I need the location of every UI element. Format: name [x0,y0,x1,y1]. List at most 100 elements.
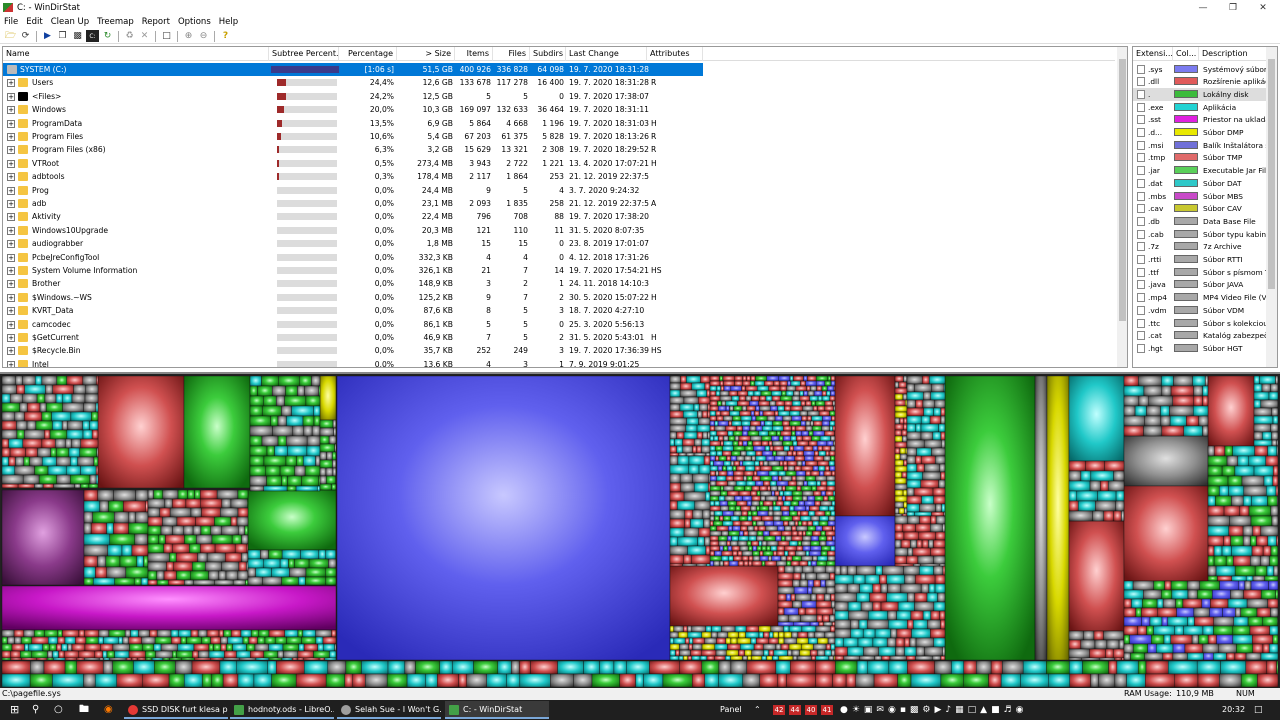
treemap-tile[interactable] [709,545,720,552]
treemap-tile[interactable] [801,555,813,562]
treemap-tile[interactable] [506,673,521,688]
treemap-tile[interactable] [847,646,864,657]
treemap-tile[interactable] [831,470,836,477]
treemap-tile[interactable] [942,646,946,657]
treemap-tile[interactable] [276,660,305,675]
tree-row[interactable]: + Windows 20,0% 10,3 GB 169 097 132 633 36 464… [3,103,703,116]
treemap-tile[interactable] [690,649,702,657]
treemap-tile[interactable] [1257,673,1279,688]
treemap-tile[interactable] [718,660,732,675]
treemap-tile[interactable] [915,455,922,465]
treemap-tile[interactable] [723,440,734,447]
treemap-tile[interactable] [53,483,75,489]
treemap-tile[interactable] [1144,652,1164,661]
treemap-tile[interactable] [803,390,809,397]
treemap-tile[interactable] [319,419,334,429]
treemap-tile[interactable] [807,390,815,397]
treemap-tile[interactable] [747,525,755,532]
treemap-tile[interactable] [154,636,172,645]
extension-row[interactable]: .tmp Súbor TMP [1133,151,1267,164]
treemap-tile[interactable] [789,375,794,382]
treemap-tile[interactable] [1256,607,1271,618]
treemap-tile[interactable] [57,636,66,645]
treemap-tile[interactable] [149,629,158,638]
treemap-tile[interactable] [1098,673,1116,688]
treemap-tile[interactable] [84,629,100,638]
treemap-tile[interactable] [723,545,729,552]
treemap-tile[interactable] [1,465,16,476]
treemap-tile[interactable] [821,545,831,552]
treemap-tile[interactable] [318,549,327,560]
treemap-tile[interactable] [789,540,799,547]
treemap-tile[interactable] [906,592,915,603]
treemap-tile[interactable] [688,643,693,651]
treemap-tile[interactable] [873,673,898,688]
column-attributes[interactable]: Attributes [647,47,703,61]
treemap-tile[interactable] [325,567,337,578]
expand-toggle[interactable]: + [7,159,15,168]
treemap-tile[interactable] [66,429,84,440]
treemap-tile[interactable] [333,427,337,437]
treemap-tile[interactable] [730,540,739,547]
treemap-tile[interactable] [814,510,826,517]
treemap-tile[interactable] [791,525,797,532]
treemap-tile[interactable] [894,417,900,425]
treemap-tile[interactable] [1068,490,1078,502]
treemap-tile[interactable] [810,540,821,547]
column-items[interactable]: Items [455,47,493,61]
treemap-tile[interactable] [772,445,784,452]
treemap-tile[interactable] [702,431,708,440]
column-files[interactable]: Files [493,47,530,61]
treemap-tile[interactable] [225,552,242,563]
treemap-tile[interactable] [75,636,87,645]
treemap-tile[interactable] [1272,475,1279,487]
treemap-tile[interactable] [773,520,784,527]
treemap-tile[interactable] [727,490,740,497]
treemap-tile[interactable] [95,402,99,413]
treemap-tile[interactable] [56,643,62,652]
treemap-tile[interactable] [699,655,708,661]
extension-row[interactable]: .dllRozšírenie aplikácie [1133,75,1267,88]
treemap-tile[interactable] [886,574,905,585]
treemap-tile[interactable] [301,475,320,487]
treemap-tile[interactable] [249,445,268,457]
treemap-tile[interactable] [832,535,836,542]
treemap-tile[interactable] [709,445,716,452]
treemap-tile[interactable] [832,400,836,407]
treemap-tile[interactable] [915,655,933,661]
treemap-tile[interactable] [292,425,304,437]
treemap-tile[interactable] [872,637,888,648]
treemap-tile[interactable] [274,636,287,645]
treemap-tile[interactable] [76,657,85,661]
treemap-tile[interactable] [1137,660,1147,675]
treemap-tile[interactable] [1123,580,1134,591]
treemap-tile[interactable] [739,530,744,537]
treemap-tile[interactable] [782,510,790,517]
treemap-tile[interactable] [303,657,320,661]
treemap-tile[interactable] [792,375,804,382]
treemap-tile[interactable] [906,431,922,441]
treemap-tile[interactable] [102,660,113,675]
treemap-tile[interactable] [1068,500,1079,512]
treemap-tile[interactable] [119,555,138,568]
treemap-tile[interactable] [807,410,820,417]
treemap-tile[interactable] [1076,490,1098,502]
treemap-tile[interactable] [930,523,943,533]
treemap-tile[interactable] [775,500,784,507]
treemap-tile[interactable] [169,507,192,518]
treemap-block[interactable] [1068,375,1125,462]
treemap-tile[interactable] [452,660,474,675]
treemap-tile[interactable] [772,515,782,522]
treemap-tile[interactable] [830,380,836,387]
treemap-tile[interactable] [352,673,366,688]
treemap-tile[interactable] [328,435,337,445]
treemap-tile[interactable] [826,485,836,492]
treemap-tile[interactable] [730,637,738,645]
treemap-tile[interactable] [800,465,814,472]
treemap-tile[interactable] [906,447,917,457]
treemap-tile[interactable] [223,629,232,638]
treemap-tile[interactable] [1090,470,1114,482]
treemap-tile[interactable] [1207,485,1220,497]
treemap-tile[interactable] [109,657,127,661]
treemap-tile[interactable] [796,435,803,442]
